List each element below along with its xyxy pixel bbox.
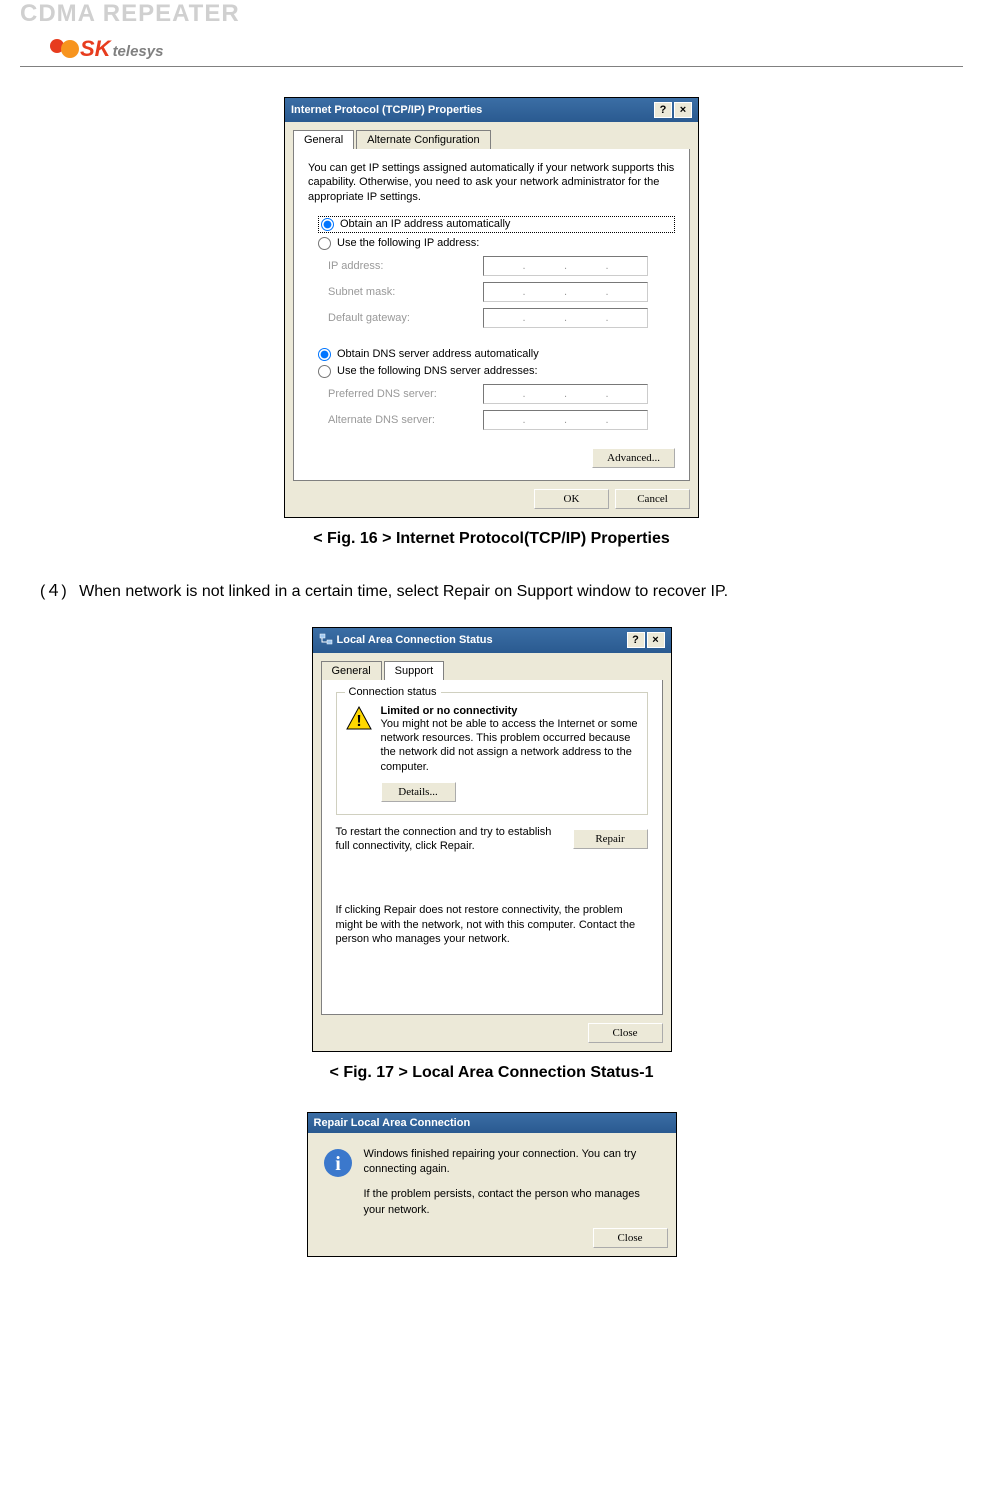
step4-text: (４) When network is not linked in a cert…: [40, 578, 943, 607]
help-button[interactable]: ?: [627, 632, 645, 648]
radio-obtain-dns-input[interactable]: [318, 348, 331, 361]
close-button[interactable]: ×: [647, 632, 665, 648]
radio-obtain-dns[interactable]: Obtain DNS server address automatically: [318, 348, 675, 361]
radio-use-ip-input[interactable]: [318, 237, 331, 250]
advanced-button[interactable]: Advanced...: [592, 448, 675, 468]
radio-obtain-ip-input[interactable]: [321, 218, 334, 231]
dialog-description: You can get IP settings assigned automat…: [308, 161, 675, 204]
svg-text:!: !: [356, 713, 361, 730]
titlebar-text: Local Area Connection Status: [337, 634, 493, 646]
field-subnet-mask: Subnet mask: ...: [328, 282, 675, 302]
logo-text: SK telesys: [80, 36, 163, 62]
radio-use-ip[interactable]: Use the following IP address:: [318, 237, 675, 250]
alternate-dns-input[interactable]: ...: [483, 410, 648, 430]
header-divider: [20, 66, 963, 67]
fieldset-title: Connection status: [345, 686, 441, 698]
ip-address-input[interactable]: ...: [483, 256, 648, 276]
radio-use-dns-input[interactable]: [318, 365, 331, 378]
tab-general[interactable]: General: [293, 130, 354, 149]
tcpip-properties-dialog: Internet Protocol (TCP/IP) Properties ? …: [284, 97, 699, 518]
fig16-caption: < Fig. 16 > Internet Protocol(TCP/IP) Pr…: [20, 530, 963, 548]
network-icon: [319, 632, 333, 649]
titlebar-text: Internet Protocol (TCP/IP) Properties: [291, 104, 482, 116]
close-button[interactable]: Close: [593, 1228, 668, 1248]
help-button[interactable]: ?: [654, 102, 672, 118]
svg-text:i: i: [335, 1153, 341, 1175]
page-header-title: CDMA REPEATER: [20, 0, 963, 28]
radio-obtain-ip[interactable]: Obtain an IP address automatically: [318, 216, 675, 233]
titlebar-text: Repair Local Area Connection: [314, 1117, 471, 1129]
tab-general[interactable]: General: [321, 661, 382, 680]
details-button[interactable]: Details...: [381, 782, 456, 802]
field-ip-address: IP address: ...: [328, 256, 675, 276]
dialog-titlebar: Repair Local Area Connection: [308, 1113, 676, 1133]
repair-dialog: Repair Local Area Connection i Windows f…: [307, 1112, 677, 1258]
repair-text: To restart the connection and try to est…: [336, 825, 556, 854]
field-alternate-dns: Alternate DNS server: ...: [328, 410, 675, 430]
field-preferred-dns: Preferred DNS server: ...: [328, 384, 675, 404]
warning-body: You might not be able to access the Inte…: [381, 717, 639, 774]
connection-status-dialog: Local Area Connection Status ? × General…: [312, 627, 672, 1052]
logo-icon: [50, 38, 80, 60]
warning-icon: !: [345, 705, 373, 733]
field-default-gateway: Default gateway: ...: [328, 308, 675, 328]
info-icon: i: [322, 1147, 354, 1179]
close-button[interactable]: ×: [674, 102, 692, 118]
cancel-button[interactable]: Cancel: [615, 489, 690, 509]
ok-button[interactable]: OK: [534, 489, 609, 509]
radio-use-dns[interactable]: Use the following DNS server addresses:: [318, 365, 675, 378]
fig17-caption: < Fig. 17 > Local Area Connection Status…: [20, 1064, 963, 1082]
logo-sk: SK: [80, 36, 111, 62]
note-text: If clicking Repair does not restore conn…: [336, 903, 648, 946]
repair-line1: Windows finished repairing your connecti…: [364, 1147, 662, 1178]
subnet-mask-input[interactable]: ...: [483, 282, 648, 302]
tab-support[interactable]: Support: [384, 661, 445, 680]
gateway-input[interactable]: ...: [483, 308, 648, 328]
close-button[interactable]: Close: [588, 1023, 663, 1043]
logo-telesys: telesys: [113, 43, 164, 60]
logo: SK telesys: [50, 36, 963, 62]
repair-button[interactable]: Repair: [573, 829, 648, 849]
tab-alternate-config[interactable]: Alternate Configuration: [356, 130, 491, 149]
dialog-titlebar: Local Area Connection Status ? ×: [313, 628, 671, 653]
dialog-titlebar: Internet Protocol (TCP/IP) Properties ? …: [285, 98, 698, 122]
warning-title: Limited or no connectivity: [381, 705, 639, 717]
preferred-dns-input[interactable]: ...: [483, 384, 648, 404]
repair-line2: If the problem persists, contact the per…: [364, 1187, 662, 1218]
